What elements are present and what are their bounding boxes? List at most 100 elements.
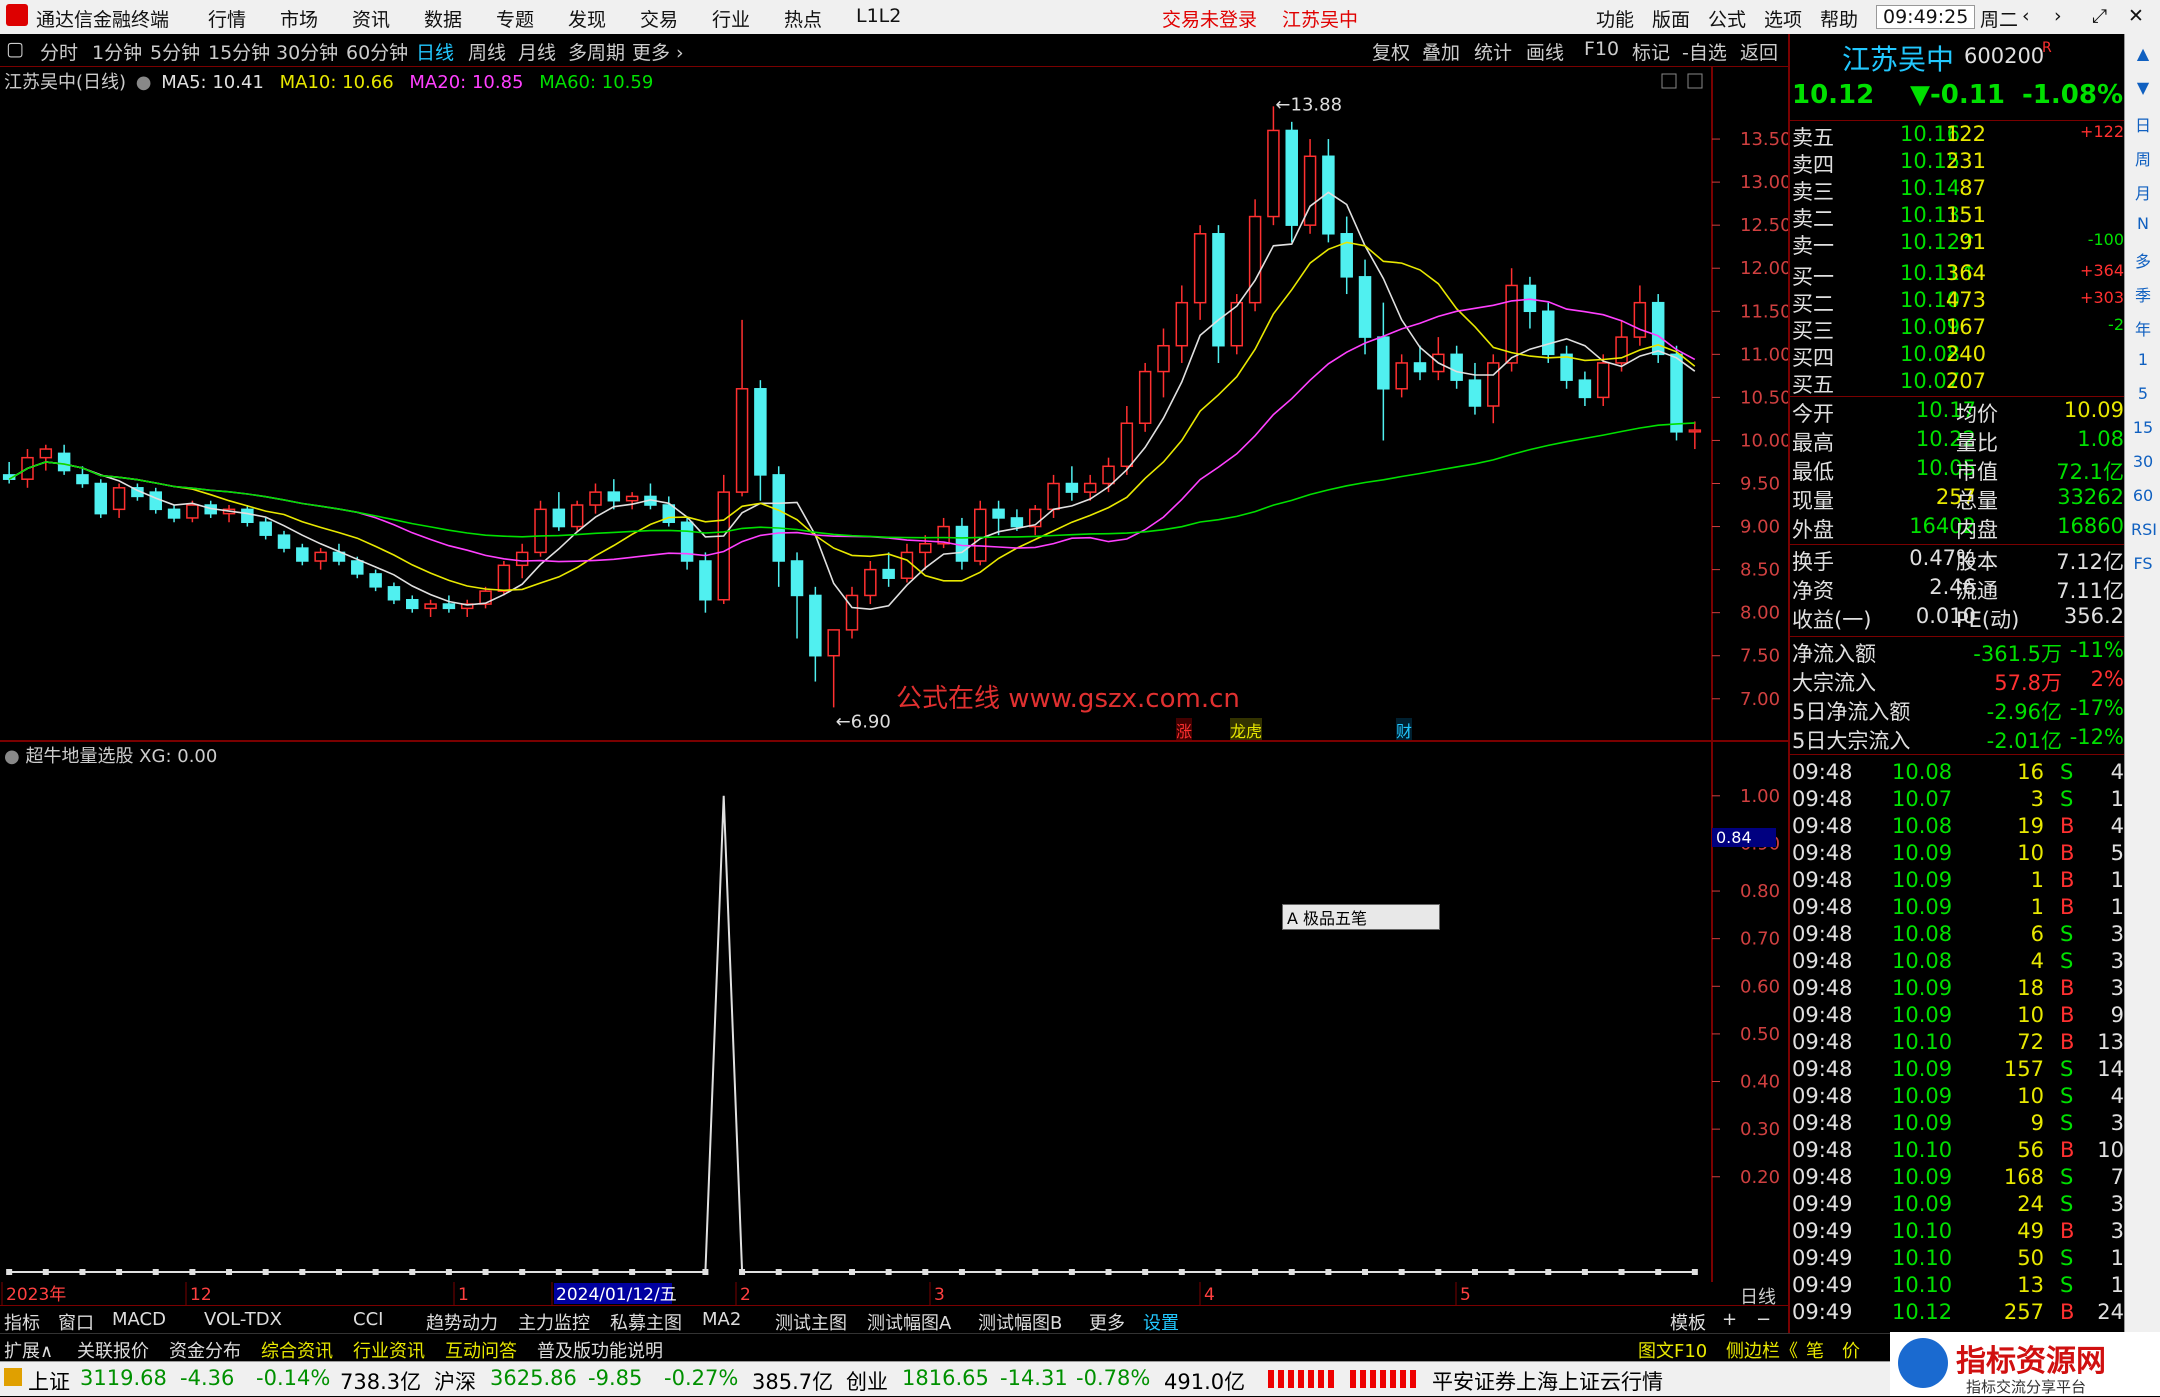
side-tool-1[interactable]: ▼ [2131,78,2155,97]
menu-bangzhu[interactable]: 帮助 [1820,5,1858,32]
forward-icon[interactable]: › [2054,5,2062,27]
indicator-tab[interactable]: 主力监控 [518,1309,590,1335]
bid-row[interactable]: 买二 10.10 473 +303 [1790,288,2126,316]
side-tool-12[interactable]: 30 [2131,452,2155,471]
side-tool-7[interactable]: 季 [2131,282,2155,306]
menu-jiaoyi[interactable]: 交易 [640,5,678,32]
tag-longhu[interactable]: 龙虎 [1230,718,1263,742]
side-tool-4[interactable]: 月 [2131,180,2155,204]
back-icon[interactable]: ‹ [2022,5,2030,27]
period-15min[interactable]: 15分钟 [208,38,270,65]
tick-list[interactable]: 09:48 10.08 16 S 4 09:48 10.07 3 S 1 09:48 10.08 19 B… [1790,754,2126,1364]
side-tool-0[interactable]: ▲ [2131,44,2155,63]
ask-row[interactable]: 卖五 10.16 122 +122 [1790,122,2126,150]
idx-hs-name[interactable]: 沪深 [434,1366,476,1396]
indicator-tab[interactable]: VOL-TDX [204,1309,282,1330]
diamond-icon[interactable] [1661,73,1677,89]
tool-huaxian[interactable]: 画线 [1526,38,1564,65]
menu-hangye[interactable]: 行业 [712,5,750,32]
info-tab[interactable]: 行业资讯 [353,1337,425,1363]
side-tool-3[interactable]: 周 [2131,146,2155,170]
side-tool-8[interactable]: 年 [2131,316,2155,340]
menu-banmian[interactable]: 版面 [1652,5,1690,32]
idx-cy-name[interactable]: 创业 [846,1366,888,1396]
menu-l1l2[interactable]: L1L2 [856,5,901,27]
side-tab-0[interactable]: 图文F10 [1638,1337,1707,1363]
ime-popup[interactable]: A 极品五笔 [1282,904,1440,930]
main-chart-panel[interactable]: 江苏吴中(日线) ● MA5: 10.41 MA10: 10.66 MA20: … [0,66,1788,742]
tag-cai[interactable]: 财 [1396,718,1413,742]
period-30min[interactable]: 30分钟 [276,38,338,65]
ask-row[interactable]: 卖三 10.14 87 [1790,176,2126,204]
indicator-tab[interactable]: MA2 [702,1309,741,1330]
indicator-tab[interactable]: MACD [112,1309,166,1330]
ask-row[interactable]: 卖二 10.13 151 [1790,203,2126,231]
bid-row[interactable]: 买一 10.11↑ 364 +364 [1790,261,2126,289]
menu-xuanxiang[interactable]: 选项 [1764,5,1802,32]
indicator-tab[interactable]: 测试主图 [775,1309,847,1335]
side-tool-10[interactable]: 5 [2131,384,2155,403]
menu-shichang[interactable]: 市场 [280,5,318,32]
login-status[interactable]: 交易未登录 [1162,5,1257,32]
side-tool-13[interactable]: 60 [2131,486,2155,505]
status-icon[interactable] [4,1368,22,1386]
side-tab-2[interactable]: 笔 [1806,1337,1824,1363]
tool-f10[interactable]: F10 [1584,38,1619,60]
template-tab-2[interactable]: − [1756,1309,1771,1330]
period-fenshi[interactable]: 分时 [40,38,78,65]
tool-diejia[interactable]: 叠加 [1422,38,1460,65]
menu-zhuanti[interactable]: 专题 [496,5,534,32]
period-60min[interactable]: 60分钟 [346,38,408,65]
side-tab-1[interactable]: 侧边栏《 [1726,1337,1798,1363]
side-tool-2[interactable]: 日 [2131,112,2155,136]
side-tool-15[interactable]: FS [2131,554,2155,573]
period-monthly[interactable]: 月线 [518,38,556,65]
idx-sh-name[interactable]: 上证 [28,1366,70,1396]
info-tab[interactable]: 普及版功能说明 [537,1337,663,1363]
indicator-tab[interactable]: 指标 [4,1309,40,1335]
indicator-tab[interactable]: 设置 [1143,1309,1179,1335]
tool-fuquan[interactable]: 复权 [1372,38,1410,65]
menu-shuju[interactable]: 数据 [424,5,462,32]
period-multi[interactable]: 多周期 [568,38,625,65]
toggle-icon[interactable]: ▢ [6,38,24,60]
info-tab[interactable]: 扩展∧ [4,1337,53,1363]
period-5min[interactable]: 5分钟 [150,38,200,65]
indicator-tab[interactable]: 窗口 [58,1309,94,1335]
period-1min[interactable]: 1分钟 [92,38,142,65]
ask-row[interactable]: 卖一 10.12↑ 91 -100 [1790,230,2126,258]
menu-gongshi[interactable]: 公式 [1708,5,1746,32]
info-tab[interactable]: 资金分布 [169,1337,241,1363]
indicator-tab[interactable]: 私募主图 [610,1309,682,1335]
kline-chart[interactable]: 13.50 13.00 12.50 12.00 11.50 11.00 10.50 10.00… [0,66,1788,740]
indicator-tab[interactable]: 测试幅图A [867,1309,951,1335]
side-tool-11[interactable]: 15 [2131,418,2155,437]
menu-hangqing[interactable]: 行情 [208,5,246,32]
side-tool-14[interactable]: RSI [2131,520,2157,539]
ask-row[interactable]: 卖四 10.15 231 [1790,149,2126,177]
side-tab-3[interactable]: 价 [1842,1337,1860,1363]
tool-zixuan[interactable]: -自选 [1682,38,1727,65]
info-tab[interactable]: 互动问答 [445,1337,517,1363]
side-tool-9[interactable]: 1 [2131,350,2155,369]
tool-tongji[interactable]: 统计 [1474,38,1512,65]
indicator-chart[interactable]: 1.000.900.800.700.600.500.400.300.20 [0,742,1788,1282]
layout-icon[interactable] [1687,73,1703,89]
indicator-tab[interactable]: 更多 [1089,1309,1125,1335]
indicator-tab[interactable]: 测试幅图B [978,1309,1062,1335]
period-daily[interactable]: 日线 [416,38,454,65]
menu-gongneng[interactable]: 功能 [1596,5,1634,32]
tool-biaoji[interactable]: 标记 [1632,38,1670,65]
side-tool-6[interactable]: 多 [2131,248,2155,272]
indicator-tab[interactable]: CCI [353,1309,383,1330]
menu-faxian[interactable]: 发现 [568,5,606,32]
menu-zixun[interactable]: 资讯 [352,5,390,32]
template-tab-1[interactable]: + [1722,1309,1737,1330]
template-tab-0[interactable]: 模板 [1670,1309,1706,1335]
tool-fanhui[interactable]: 返回 [1740,38,1778,65]
maximize-icon[interactable]: ⤢ [2092,5,2107,27]
indicator-tab[interactable]: 趋势动力 [426,1309,498,1335]
close-icon[interactable]: ✕ [2128,5,2144,27]
menu-redian[interactable]: 热点 [784,5,822,32]
bid-row[interactable]: 买四 10.08 240 [1790,342,2126,370]
